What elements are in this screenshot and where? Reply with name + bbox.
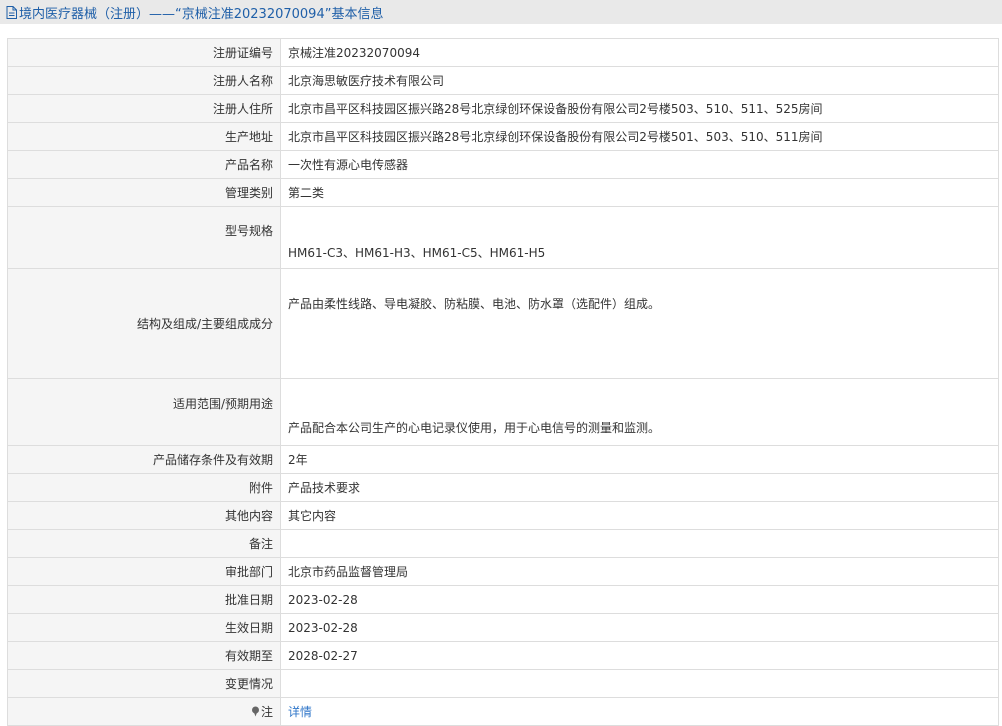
row-label: 管理类别 bbox=[7, 178, 281, 207]
row-value: 北京市药品监督管理局 bbox=[280, 557, 999, 586]
table-row: 附件 产品技术要求 bbox=[7, 473, 999, 502]
row-label: 注册证编号 bbox=[7, 38, 281, 67]
row-value: 2023-02-28 bbox=[280, 585, 999, 614]
row-value bbox=[280, 529, 999, 558]
pin-icon bbox=[251, 706, 260, 719]
row-value: 北京海思敏医疗技术有限公司 bbox=[280, 66, 999, 95]
row-value: 详情 bbox=[280, 697, 999, 726]
row-value: 产品配合本公司生产的心电记录仪使用，用于心电信号的测量和监测。 bbox=[280, 378, 999, 446]
note-label-cell: 注 bbox=[7, 697, 281, 726]
row-label: 型号规格 bbox=[7, 206, 281, 269]
table-row: 其他内容 其它内容 bbox=[7, 501, 999, 530]
table-row: 产品名称 一次性有源心电传感器 bbox=[7, 150, 999, 179]
row-value: 第二类 bbox=[280, 178, 999, 207]
page-header: 境内医疗器械（注册）——“京械注准20232070094”基本信息 bbox=[0, 0, 1002, 24]
row-value: 北京市昌平区科技园区振兴路28号北京绿创环保设备股份有限公司2号楼501、503… bbox=[280, 122, 999, 151]
table-row: 生效日期 2023-02-28 bbox=[7, 613, 999, 642]
table-row: 审批部门 北京市药品监督管理局 bbox=[7, 557, 999, 586]
table-row: 适用范围/预期用途 产品配合本公司生产的心电记录仪使用，用于心电信号的测量和监测… bbox=[7, 378, 999, 446]
row-value: 2023-02-28 bbox=[280, 613, 999, 642]
table-row: 注册证编号 京械注准20232070094 bbox=[7, 38, 999, 67]
table-row: 备注 bbox=[7, 529, 999, 558]
row-value: 产品由柔性线路、导电凝胶、防粘膜、电池、防水罩（选配件）组成。 bbox=[280, 268, 999, 379]
row-value: 北京市昌平区科技园区振兴路28号北京绿创环保设备股份有限公司2号楼503、510… bbox=[280, 94, 999, 123]
row-value: 产品技术要求 bbox=[280, 473, 999, 502]
row-label: 结构及组成/主要组成成分 bbox=[7, 268, 281, 379]
row-label: 生效日期 bbox=[7, 613, 281, 642]
row-label: 变更情况 bbox=[7, 669, 281, 698]
row-label: 注册人住所 bbox=[7, 94, 281, 123]
info-table: 注册证编号 京械注准20232070094 注册人名称 北京海思敏医疗技术有限公… bbox=[7, 38, 999, 726]
table-row: 批准日期 2023-02-28 bbox=[7, 585, 999, 614]
row-value: 其它内容 bbox=[280, 501, 999, 530]
row-value: 2年 bbox=[280, 445, 999, 474]
row-label: 有效期至 bbox=[7, 641, 281, 670]
row-label: 其他内容 bbox=[7, 501, 281, 530]
row-value bbox=[280, 669, 999, 698]
row-label: 注册人名称 bbox=[7, 66, 281, 95]
table-row: 注册人名称 北京海思敏医疗技术有限公司 bbox=[7, 66, 999, 95]
table-row: 型号规格 HM61-C3、HM61-H3、HM61-C5、HM61-H5 bbox=[7, 206, 999, 269]
detail-link[interactable]: 详情 bbox=[288, 705, 312, 719]
table-row: 产品储存条件及有效期 2年 bbox=[7, 445, 999, 474]
table-row: 结构及组成/主要组成成分 产品由柔性线路、导电凝胶、防粘膜、电池、防水罩（选配件… bbox=[7, 268, 999, 379]
row-value: 2028-02-27 bbox=[280, 641, 999, 670]
table-row: 变更情况 bbox=[7, 669, 999, 698]
row-label: 产品储存条件及有效期 bbox=[7, 445, 281, 474]
row-label: 审批部门 bbox=[7, 557, 281, 586]
row-label: 备注 bbox=[7, 529, 281, 558]
table-row: 生产地址 北京市昌平区科技园区振兴路28号北京绿创环保设备股份有限公司2号楼50… bbox=[7, 122, 999, 151]
row-value: 京械注准20232070094 bbox=[280, 38, 999, 67]
row-label: 产品名称 bbox=[7, 150, 281, 179]
row-label: 注 bbox=[260, 705, 273, 719]
document-icon bbox=[6, 5, 17, 19]
row-value: HM61-C3、HM61-H3、HM61-C5、HM61-H5 bbox=[280, 206, 999, 269]
row-label: 生产地址 bbox=[7, 122, 281, 151]
row-label: 批准日期 bbox=[7, 585, 281, 614]
row-label: 适用范围/预期用途 bbox=[7, 378, 281, 446]
table-row: 注 详情 bbox=[7, 697, 999, 726]
row-value: 一次性有源心电传感器 bbox=[280, 150, 999, 179]
row-label: 附件 bbox=[7, 473, 281, 502]
table-row: 注册人住所 北京市昌平区科技园区振兴路28号北京绿创环保设备股份有限公司2号楼5… bbox=[7, 94, 999, 123]
page-title: 境内医疗器械（注册）——“京械注准20232070094”基本信息 bbox=[19, 6, 384, 22]
table-row: 有效期至 2028-02-27 bbox=[7, 641, 999, 670]
table-row: 管理类别 第二类 bbox=[7, 178, 999, 207]
